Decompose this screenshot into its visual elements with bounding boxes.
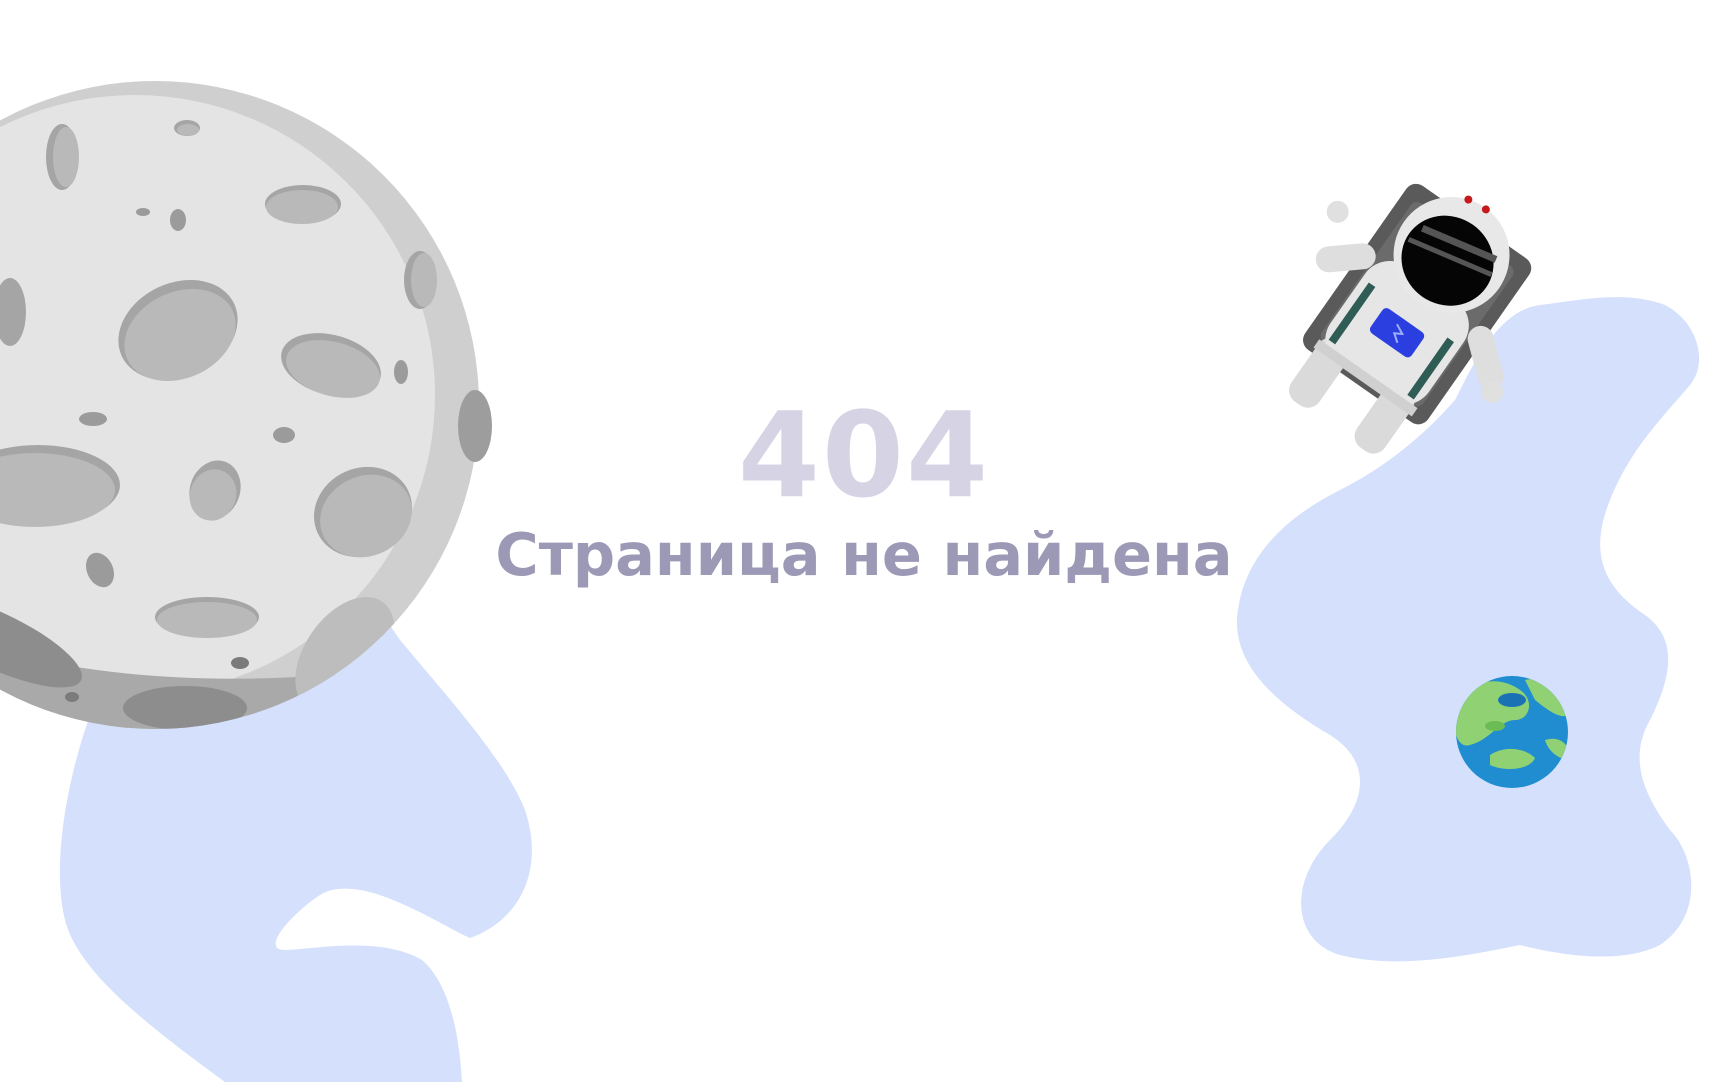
error-code: 404 — [737, 386, 991, 524]
error-message-block: 404 Страница не найдена — [0, 396, 1728, 590]
not-found-page: 404 Страница не найдена — [0, 0, 1728, 1082]
error-message: Страница не найдена — [495, 520, 1233, 589]
